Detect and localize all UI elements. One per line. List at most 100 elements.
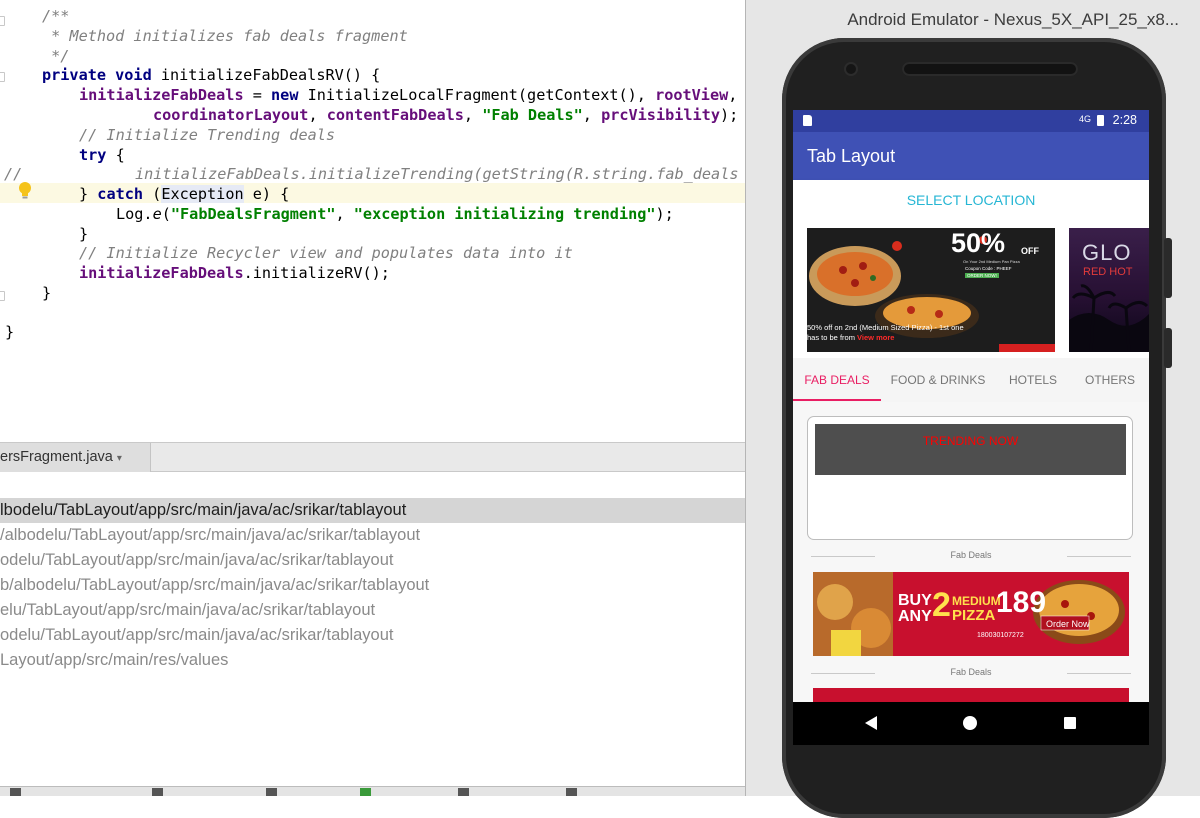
coupon-code: Coupon Code : PHEEF [965, 266, 1012, 271]
code-line-6: coordinatorLayout, contentFabDeals, "Fab… [153, 106, 739, 124]
battery-icon [1097, 115, 1104, 126]
speaker-grille [902, 62, 1078, 76]
code-line-5: initializeFabDeals = new InitializeLocal… [79, 86, 738, 104]
section-label: Fab Deals [950, 550, 992, 560]
code-editor[interactable]: /** * Method initializes fab deals fragm… [0, 0, 745, 442]
device-screen[interactable]: 4G 2:28 Tab Layout SELECT LOCATION 50% O… [793, 110, 1149, 745]
code-line-4: private void initializeFabDealsRV() { [42, 66, 381, 84]
terminal-icon [152, 788, 163, 796]
tool-button[interactable] [266, 788, 283, 796]
code-line-8: try { [79, 146, 125, 164]
power-button[interactable] [1164, 328, 1172, 368]
divider-line [1067, 673, 1131, 674]
code-line-3: */ [42, 47, 70, 65]
emulator-window: Android Emulator - Nexus_5X_API_25_x8...… [745, 0, 1200, 818]
fold-marker[interactable] [0, 291, 5, 301]
tab-others[interactable]: OTHERS [1071, 358, 1149, 402]
debug-icon [458, 788, 469, 796]
file-tab-label: ersFragment.java [0, 449, 113, 465]
status-bar: 4G 2:28 [793, 110, 1149, 132]
recent-apps-icon[interactable] [1064, 717, 1076, 729]
promo-two: 2 [932, 586, 951, 624]
trending-card[interactable]: TRENDING NOW [807, 416, 1133, 540]
back-icon[interactable] [865, 716, 877, 730]
pizza-promo-banner[interactable]: BUY ANY 2 MEDIUM PIZZA 189 180030107272 … [813, 572, 1129, 656]
banner-subtitle: On Your 2nd Medium Pan Pizza [963, 259, 1020, 264]
code-line-15: } [42, 284, 52, 302]
tool-button[interactable] [360, 788, 377, 796]
trending-header: TRENDING NOW [815, 424, 1126, 475]
promo-order-now[interactable]: Order Now [1046, 619, 1090, 629]
discount-off: OFF [1021, 246, 1039, 256]
result-row[interactable]: odelu/TabLayout/app/src/main/java/ac/sri… [0, 623, 745, 648]
section-divider: Fab Deals [793, 550, 1149, 564]
divider-line [811, 556, 875, 557]
code-line-10: } catch (Exception e) { [79, 185, 290, 203]
camera-icon [846, 64, 856, 74]
discount-percent: 50% [951, 228, 1006, 258]
pizza-promo-banner-2[interactable] [813, 688, 1129, 702]
code-line-16: } [5, 323, 15, 341]
code-line-7: // Initialize Trending deals [79, 126, 336, 144]
promo-phone: 180030107272 [977, 632, 1024, 639]
promo-price: 189 [996, 586, 1047, 619]
result-row[interactable]: odelu/TabLayout/app/src/main/java/ac/sri… [0, 548, 745, 573]
tool-window-bar [0, 786, 745, 796]
tool-button[interactable] [458, 788, 475, 796]
promo-any: ANY [898, 608, 932, 625]
banner-caption-2: has to be from View more [807, 333, 895, 342]
promo-medium: MEDIUM [952, 594, 1001, 608]
view-more-link[interactable]: View more [857, 333, 894, 342]
fold-marker[interactable] [0, 16, 5, 26]
glow-word: GLO [1082, 240, 1132, 265]
run-icon [360, 788, 371, 796]
result-row[interactable]: /albodelu/TabLayout/app/src/main/java/ac… [0, 523, 745, 548]
chevron-down-icon[interactable]: ▾ [117, 453, 122, 464]
console-icon [10, 788, 21, 796]
result-row[interactable]: Layout/app/src/main/res/values [0, 648, 745, 673]
code-line-9-code: initializeFabDeals.initializeTrending(ge… [135, 165, 739, 183]
sd-card-icon [803, 115, 812, 126]
pizza-banner[interactable]: 50% OFF On Your 2nd Medium Pan Pizza Cou… [807, 228, 1055, 352]
find-icon [266, 788, 277, 796]
navigation-bar [793, 702, 1149, 745]
result-row[interactable]: elu/TabLayout/app/src/main/java/ac/srika… [0, 598, 745, 623]
code-line-14: initializeFabDeals.initializeRV(); [79, 264, 390, 282]
search-results-list: lbodelu/TabLayout/app/src/main/java/ac/s… [0, 472, 745, 786]
banner-caption: 50% off on 2nd (Medium Sized Pizza) - 1s… [807, 323, 964, 332]
red-hot-word: RED HOT [1083, 266, 1133, 278]
fold-marker[interactable] [0, 72, 5, 82]
order-now-badge: ORDER NOW! [965, 273, 999, 278]
code-line-13: // Initialize Recycler view and populate… [79, 244, 573, 262]
select-location-button[interactable]: SELECT LOCATION [793, 180, 1149, 220]
tool-button[interactable] [566, 788, 583, 796]
result-row[interactable]: lbodelu/TabLayout/app/src/main/java/ac/s… [0, 498, 745, 523]
code-line-2: * Method initializes fab deals fragment [42, 27, 408, 45]
tab-indicator [793, 399, 881, 401]
deals-content[interactable]: TRENDING NOW Fab Deals BUY ANY 2 MEDIUM … [793, 402, 1149, 702]
result-row[interactable]: b/albodelu/TabLayout/app/src/main/java/a… [0, 573, 745, 598]
tab-hotels[interactable]: HOTELS [995, 358, 1071, 402]
home-icon[interactable] [963, 716, 977, 730]
volume-button[interactable] [1164, 238, 1172, 298]
category-tabs: FAB DEALS FOOD & DRINKS HOTELS OTHERS [793, 358, 1149, 402]
panel-tab-bar: ersFragment.java ▾ [0, 442, 745, 472]
code-line-11: Log.e("FabDealsFragment", "exception ini… [116, 205, 674, 223]
code-line-1: /** [42, 7, 70, 25]
lightbulb-icon[interactable] [17, 181, 33, 201]
code-line-12: } [79, 225, 89, 243]
deals-carousel[interactable]: 50% OFF On Your 2nd Medium Pan Pizza Cou… [793, 220, 1149, 358]
network-type: 4G [1078, 114, 1091, 124]
emulator-title: Android Emulator - Nexus_5X_API_25_x8... [847, 10, 1179, 29]
tab-food-drinks[interactable]: FOOD & DRINKS [881, 358, 995, 402]
glow-banner[interactable]: GLO RED HOT [1069, 228, 1149, 352]
app-bar-title: Tab Layout [793, 132, 1149, 180]
section-label: Fab Deals [950, 667, 992, 677]
tool-button[interactable] [152, 788, 169, 796]
divider-line [811, 673, 875, 674]
file-tab[interactable]: ersFragment.java ▾ [0, 443, 151, 472]
tab-fab-deals[interactable]: FAB DEALS [793, 358, 881, 402]
tool-button[interactable] [10, 788, 27, 796]
section-divider: Fab Deals [793, 667, 1149, 681]
divider-line [1067, 556, 1131, 557]
